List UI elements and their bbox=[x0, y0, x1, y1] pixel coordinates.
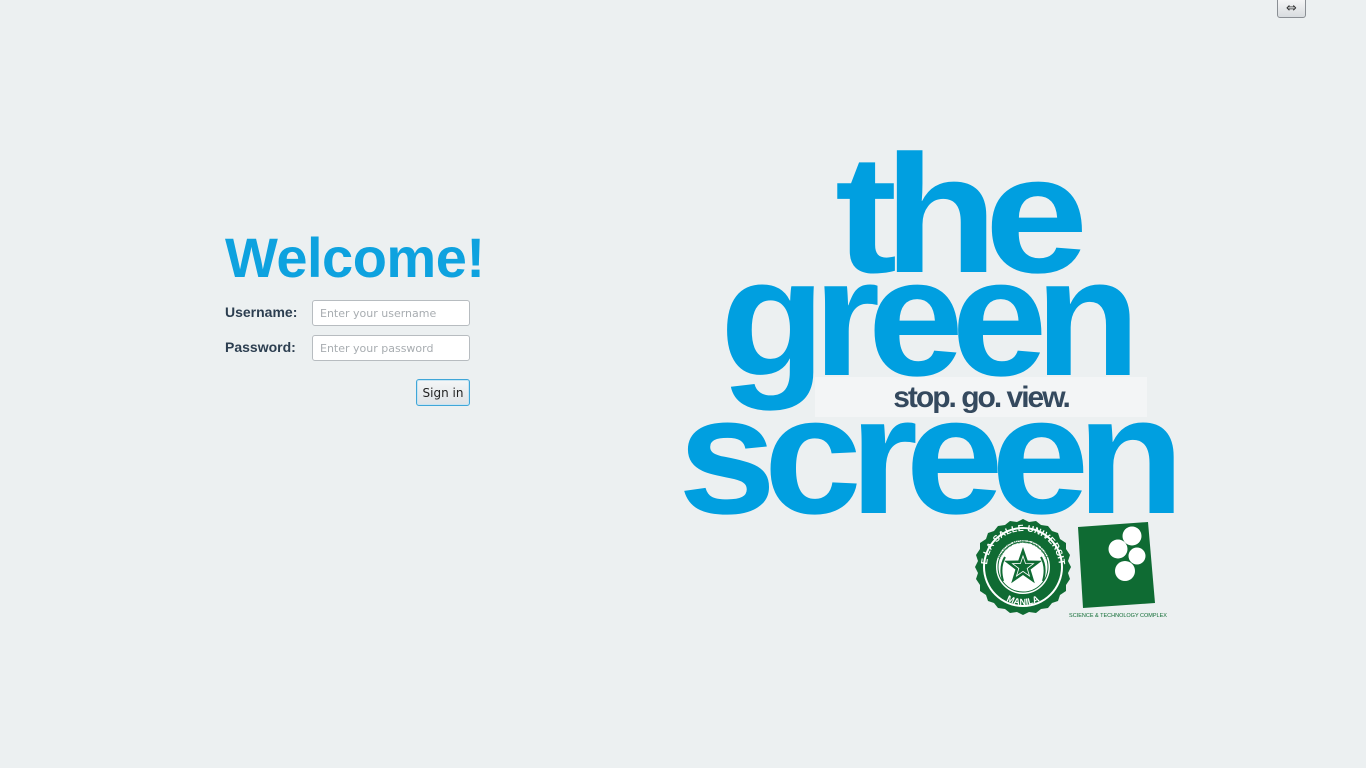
sign-in-button[interactable]: Sign in bbox=[416, 379, 470, 406]
password-input[interactable] bbox=[312, 335, 470, 361]
resize-toggle-button[interactable]: ⇔ bbox=[1277, 0, 1306, 18]
login-form: Welcome! Username: Password: Sign in bbox=[225, 226, 485, 406]
the-green-screen-logo: the green stop. go. view. screen DE LA S… bbox=[660, 125, 1200, 635]
username-input[interactable] bbox=[312, 300, 470, 326]
logo-word-screen: screen bbox=[678, 361, 1175, 549]
dlsu-seal: DE LA SALLE UNIVERSITY MANILA RELIGIO MO… bbox=[975, 519, 1071, 615]
stc-caption: SCIENCE & TECHNOLOGY COMPLEX bbox=[1069, 613, 1167, 619]
double-arrow-icon: ⇔ bbox=[1286, 1, 1297, 16]
password-label: Password: bbox=[225, 339, 296, 355]
password-row: Password: bbox=[225, 335, 471, 361]
username-row: Username: bbox=[225, 300, 471, 326]
login-page: ⇔ Welcome! Username: Password: Sign in t… bbox=[0, 0, 1366, 768]
welcome-heading: Welcome! bbox=[225, 226, 485, 289]
username-label: Username: bbox=[225, 304, 298, 320]
stc-square bbox=[1078, 522, 1155, 608]
